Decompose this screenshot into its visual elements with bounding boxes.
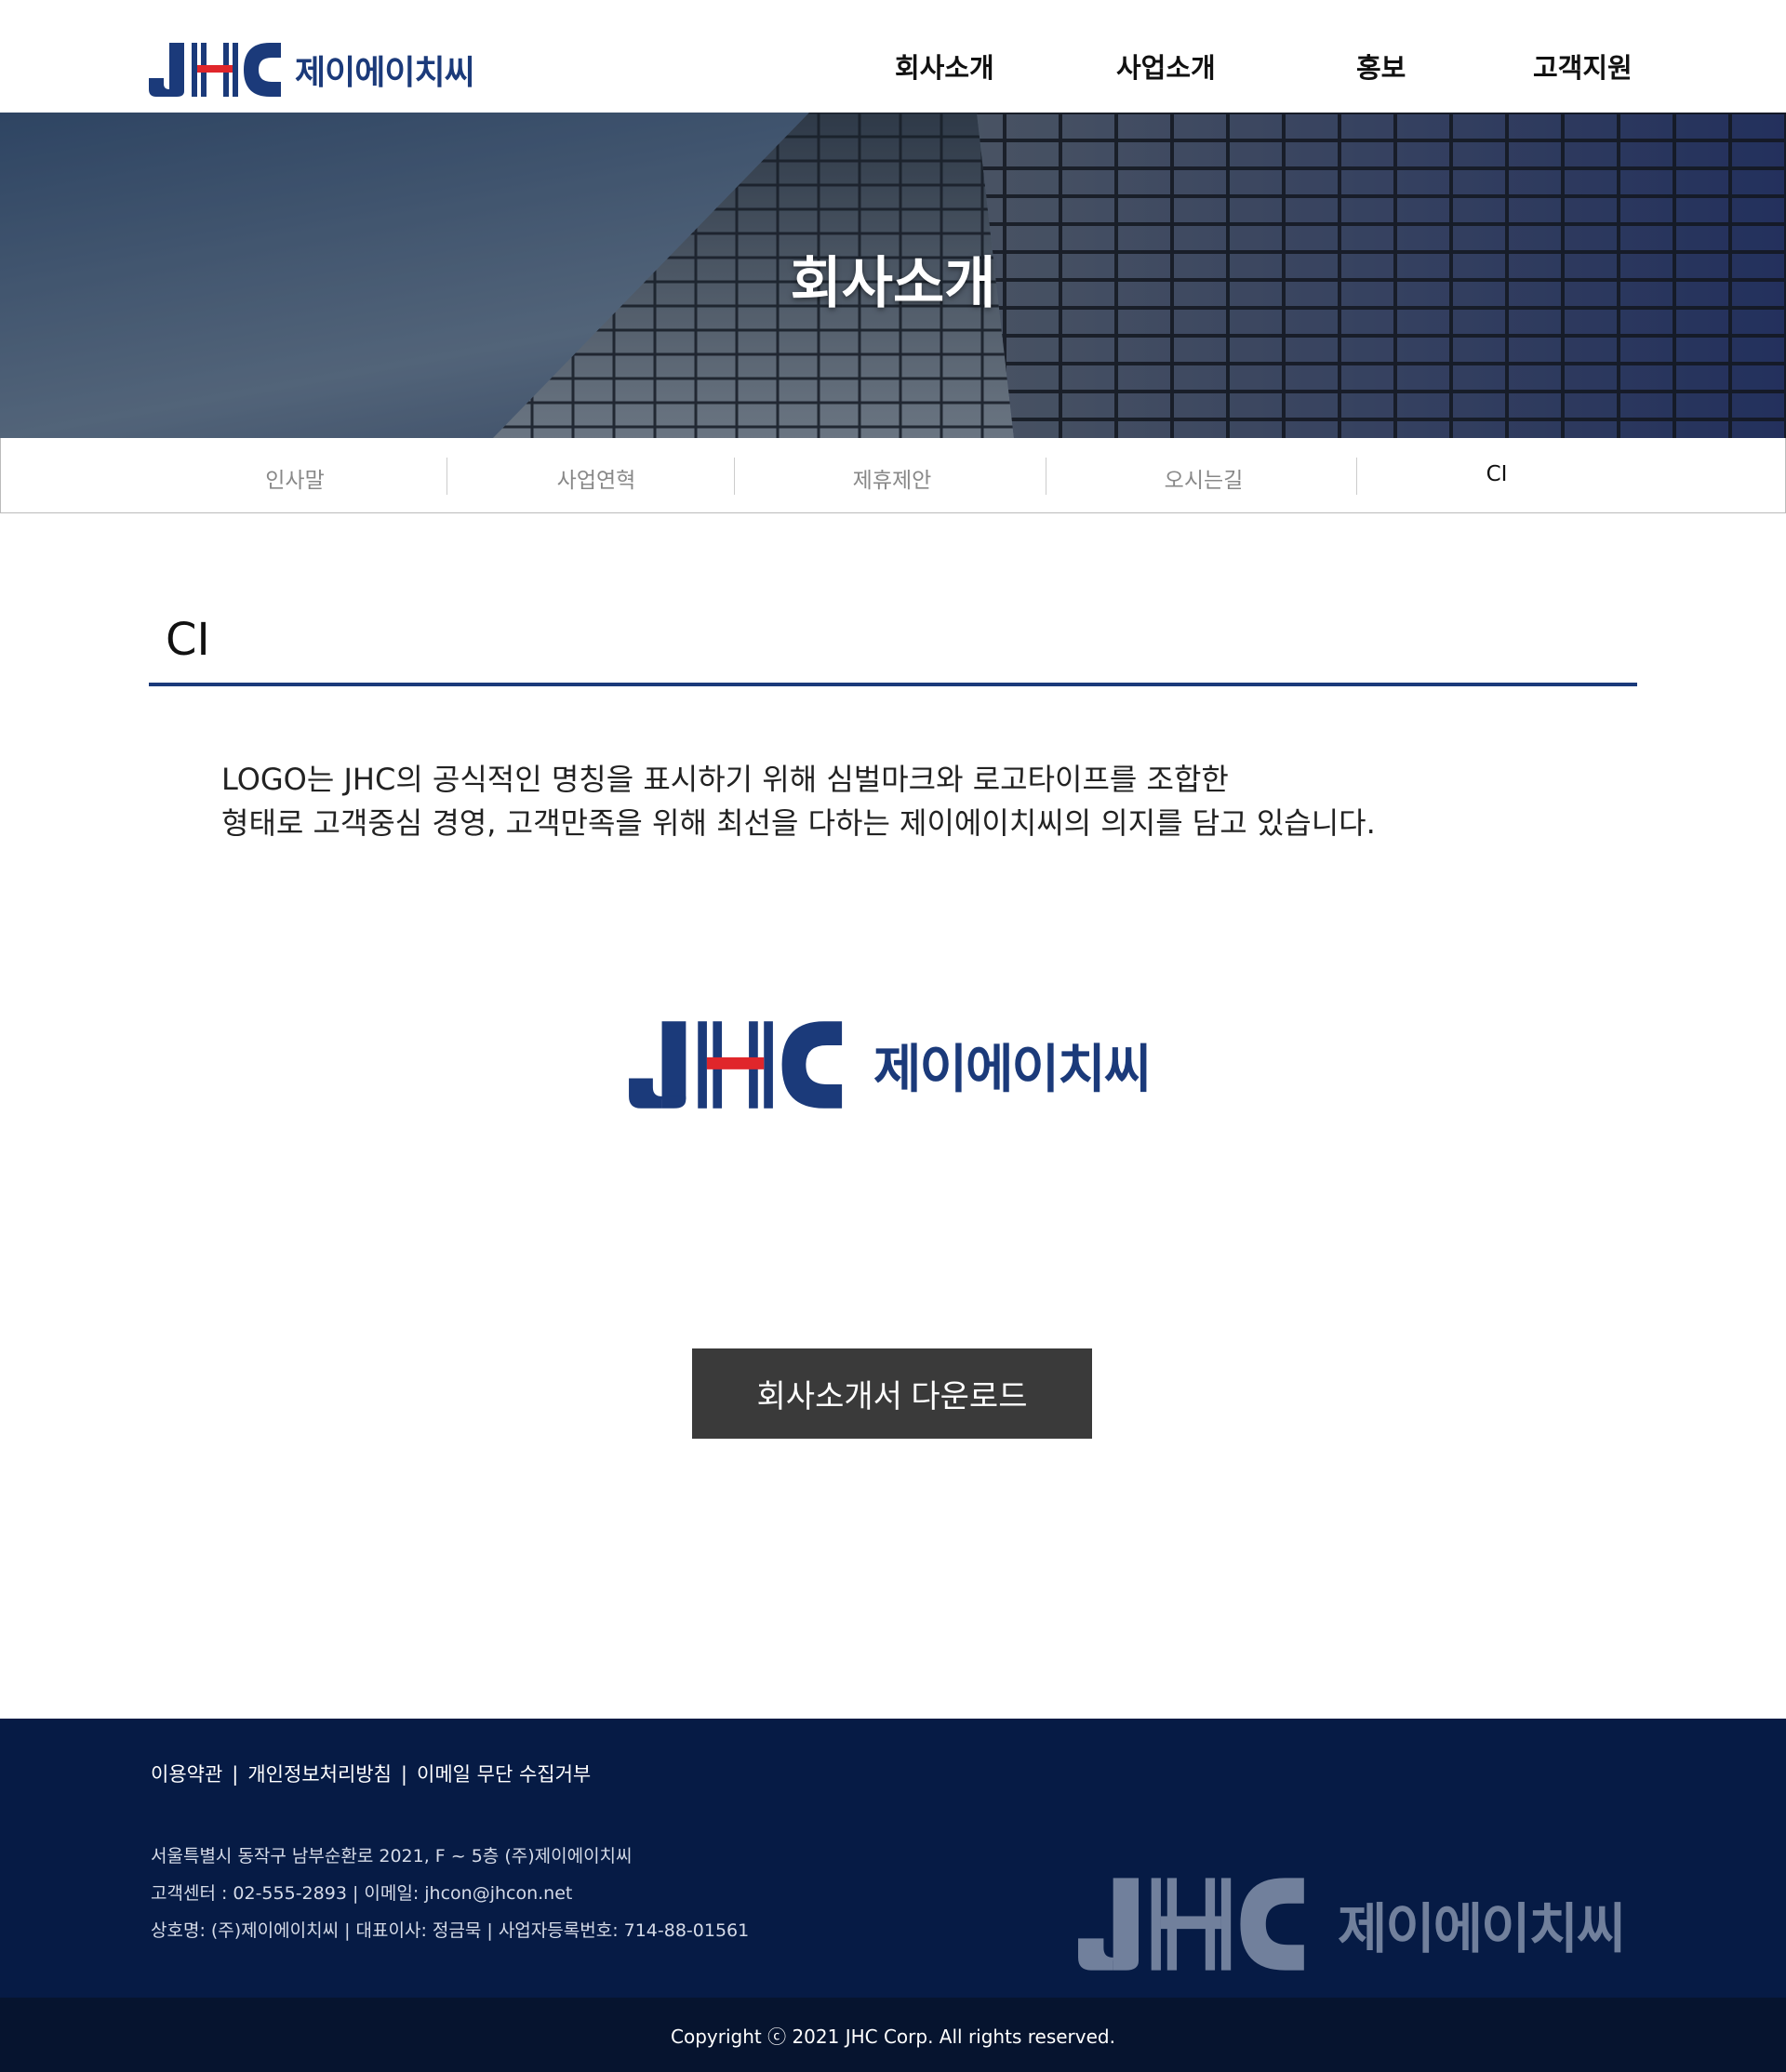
footer-link-terms[interactable]: 이용약관: [151, 1763, 222, 1786]
sub-nav: 인사말 사업연혁 제휴제안 오시는길 CI: [0, 438, 1786, 513]
footer-link-email-refusal[interactable]: 이메일 무단 수집거부: [417, 1763, 591, 1786]
tab-partnership[interactable]: 제휴제안: [853, 462, 932, 494]
tab-history[interactable]: 사업연혁: [557, 462, 636, 494]
tab-divider: [446, 458, 447, 495]
ci-description: LOGO는 JHC의 공식적인 명칭을 표시하기 위해 심벌마크와 로고타이프를…: [221, 758, 1617, 845]
ci-logo-wordmark: 제이에이치씨: [873, 1039, 1152, 1100]
nav-item-company[interactable]: 회사소개: [895, 46, 994, 86]
jhc-logo-icon: [629, 1021, 843, 1109]
company-info: 서울특별시 동작구 남부순환로 2021, F ~ 5층 (주)제이에이치씨 고…: [151, 1838, 749, 1949]
company-contact: 고객센터 : 02-555-2893 | 이메일: jhcon@jhcon.ne…: [151, 1883, 573, 1904]
ci-logo: 제이에이치씨: [628, 1018, 1152, 1111]
tab-divider: [734, 458, 735, 495]
description-line: LOGO는 JHC의 공식적인 명칭을 표시하기 위해 심벌마크와 로고타이프를…: [221, 762, 1229, 797]
logo-wordmark: 제이에이치씨: [295, 54, 475, 92]
copyright-bar: Copyright ⓒ 2021 JHC Corp. All rights re…: [0, 1998, 1786, 2072]
tab-divider: [1356, 458, 1357, 495]
jhc-logo-icon: [149, 43, 281, 97]
download-brochure-button[interactable]: 회사소개서 다운로드: [692, 1348, 1092, 1439]
title-divider: [149, 683, 1637, 686]
company-registration: 상호명: (주)제이에이치씨 | 대표이사: 정금묵 | 사업자등록번호: 71…: [151, 1920, 750, 1941]
footer-logo: 제이에이치씨: [1077, 1875, 1626, 1973]
site-header: 제이에이치씨 회사소개 사업소개 홍보 고객지원: [0, 0, 1786, 113]
nav-item-pr[interactable]: 홍보: [1356, 46, 1406, 86]
hero-banner: 회사소개: [0, 113, 1786, 438]
footer-logo-wordmark: 제이에이치씨: [1338, 1897, 1626, 1960]
description-line: 형태로 고객중심 경영, 고객만족을 위해 최선을 다하는 제이에이치씨의 의지…: [221, 805, 1376, 841]
footer-link-privacy[interactable]: 개인정보처리방침: [247, 1763, 392, 1786]
tab-location[interactable]: 오시는길: [1165, 462, 1244, 494]
footer-links: 이용약관 | 개인정보처리방침 | 이메일 무단 수집거부: [151, 1760, 591, 1787]
tab-ci[interactable]: CI: [1486, 462, 1508, 486]
page-title: CI: [166, 614, 210, 666]
company-address: 서울특별시 동작구 남부순환로 2021, F ~ 5층 (주)제이에이치씨: [151, 1846, 633, 1866]
jhc-logo-icon: [1078, 1878, 1304, 1971]
site-footer: 이용약관 | 개인정보처리방침 | 이메일 무단 수집거부 서울특별시 동작구 남부순환…: [0, 1719, 1786, 1998]
hero-title: 회사소개: [790, 251, 996, 316]
footer-link-separator: |: [400, 1763, 407, 1786]
footer-link-separator: |: [232, 1763, 239, 1786]
tab-greeting[interactable]: 인사말: [265, 462, 324, 494]
header-logo[interactable]: 제이에이치씨: [149, 37, 475, 102]
nav-item-business[interactable]: 사업소개: [1116, 46, 1216, 86]
nav-item-support[interactable]: 고객지원: [1533, 46, 1633, 86]
